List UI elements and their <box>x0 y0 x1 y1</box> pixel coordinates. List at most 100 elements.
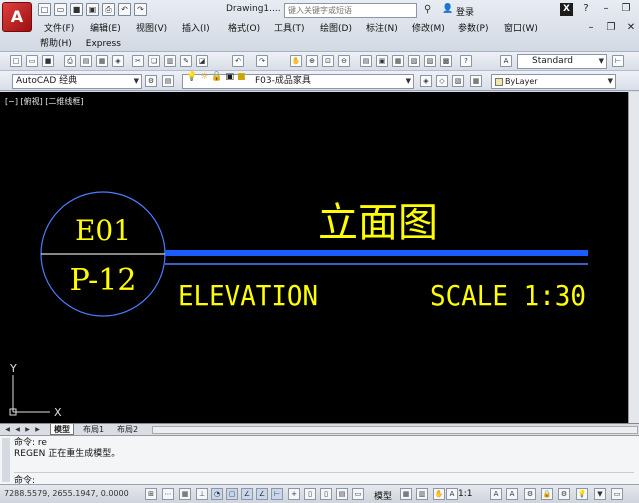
menu-insert[interactable]: 插入(I) <box>178 22 224 36</box>
text-style-icon[interactable]: A <box>500 55 512 67</box>
menu-parametric[interactable]: 参数(P) <box>454 22 500 36</box>
tab-layout1[interactable]: 布局1 <box>80 424 107 435</box>
save-icon[interactable]: ■ <box>70 3 83 16</box>
search-input[interactable]: 键入关键字或短语 <box>284 3 417 18</box>
application-menu-button[interactable]: A <box>2 2 32 32</box>
paste-icon[interactable]: ▥ <box>164 55 176 67</box>
menu-tools[interactable]: 工具(T) <box>270 22 316 36</box>
vertical-scrollbar[interactable] <box>628 92 639 423</box>
sun-icon[interactable]: ☼ <box>200 72 208 82</box>
menu-window[interactable]: 窗口(W) <box>500 22 546 36</box>
properties-icon[interactable]: ▤ <box>360 55 372 67</box>
copy-icon[interactable]: ❏ <box>148 55 160 67</box>
doc-close-icon[interactable]: ✕ <box>624 22 638 35</box>
tab-model[interactable]: 模型 <box>50 424 74 435</box>
auto-scale-icon[interactable]: A <box>506 488 518 500</box>
help-icon[interactable]: ? <box>460 55 472 67</box>
doc-restore-icon[interactable]: ❐ <box>604 22 618 35</box>
lightbulb-icon[interactable]: 💡 <box>186 72 197 82</box>
bubble-top-text[interactable]: E01 <box>75 214 131 247</box>
open-file-icon[interactable]: ▭ <box>54 3 67 16</box>
quick-view-layouts-icon[interactable]: ▦ <box>400 488 412 500</box>
print-icon[interactable]: ⎙ <box>102 3 115 16</box>
tool-palettes-icon[interactable]: ▦ <box>392 55 404 67</box>
3d-publish-icon[interactable]: ◈ <box>112 55 124 67</box>
ortho-icon[interactable]: ⊥ <box>196 488 208 500</box>
new-file-icon[interactable]: □ <box>38 3 51 16</box>
quick-view-drawings-icon[interactable]: ▥ <box>416 488 428 500</box>
annotation-visibility-icon[interactable]: A <box>490 488 502 500</box>
lock-icon[interactable]: 🔓 <box>211 72 222 82</box>
annotation-scale-icon[interactable]: A <box>446 488 458 500</box>
viewport-freeze-icon[interactable]: ▣ <box>226 72 235 82</box>
dimension-style-icon[interactable]: ⊢ <box>612 55 624 67</box>
command-window-grip[interactable] <box>2 438 10 482</box>
binoculars-icon[interactable]: ⚲ <box>424 4 431 15</box>
hardware-acceleration-icon[interactable]: ⚙ <box>558 488 570 500</box>
redo-icon[interactable]: ↷ <box>134 3 147 16</box>
menu-file[interactable]: 文件(F) <box>40 22 86 36</box>
menu-edit[interactable]: 编辑(E) <box>86 22 132 36</box>
menu-express[interactable]: Express <box>86 37 121 51</box>
3d-osnap-icon[interactable]: ∠ <box>241 488 253 500</box>
match-properties-icon[interactable]: ✎ <box>180 55 192 67</box>
preview-icon[interactable]: ▤ <box>80 55 92 67</box>
transparency-icon[interactable]: ▯ <box>320 488 332 500</box>
sheet-set-icon[interactable]: ▧ <box>408 55 420 67</box>
annotation-scale-value[interactable]: 1:1 <box>458 489 472 499</box>
color-control-icon[interactable]: ▦ <box>470 75 482 87</box>
prev-tab-icon[interactable]: ◀ <box>13 425 22 434</box>
text-style-select[interactable]: Standard ▼ <box>517 54 607 69</box>
next-tab-icon[interactable]: ▶ <box>23 425 32 434</box>
user-icon[interactable]: 👤 <box>442 4 453 14</box>
menu-draw[interactable]: 绘图(D) <box>316 22 362 36</box>
menu-modify[interactable]: 修改(M) <box>408 22 454 36</box>
save-as-icon[interactable]: ▣ <box>86 3 99 16</box>
undo-icon[interactable]: ↶ <box>118 3 131 16</box>
save-icon[interactable]: ■ <box>42 55 54 67</box>
status-menu-icon[interactable]: ▼ <box>594 488 606 500</box>
new-icon[interactable]: □ <box>10 55 22 67</box>
undo-icon[interactable]: ↶ <box>232 55 244 67</box>
color-select[interactable]: ByLayer ▼ <box>491 74 616 89</box>
redo-icon[interactable]: ↷ <box>256 55 268 67</box>
help-icon[interactable]: ? <box>579 3 593 16</box>
quickcalc-icon[interactable]: ▩ <box>440 55 452 67</box>
login-link[interactable]: 登录 <box>456 5 474 18</box>
grid-icon[interactable]: ▦ <box>179 488 191 500</box>
zoom-previous-icon[interactable]: ⊖ <box>338 55 350 67</box>
clean-screen-icon[interactable]: ▭ <box>611 488 623 500</box>
quick-properties-icon[interactable]: ▤ <box>336 488 348 500</box>
polar-icon[interactable]: ◔ <box>211 488 223 500</box>
tab-layout2[interactable]: 布局2 <box>114 424 141 435</box>
bubble-bottom-text[interactable]: P-12 <box>70 263 137 298</box>
otrack-icon[interactable]: ∠ <box>256 488 268 500</box>
last-tab-icon[interactable]: ▶ <box>33 425 42 434</box>
scale-text[interactable]: SCALE 1:30 <box>430 279 586 312</box>
workspace-select[interactable]: AutoCAD 经典 ▼ <box>12 74 142 89</box>
zoom-realtime-icon[interactable]: ⊕ <box>306 55 318 67</box>
toolbar-lock-icon[interactable]: 🔒 <box>541 488 553 500</box>
layer-manager-icon[interactable]: ▤ <box>162 75 174 87</box>
layer-states-icon[interactable]: ▧ <box>452 75 464 87</box>
first-tab-icon[interactable]: ◀ <box>3 425 12 434</box>
block-editor-icon[interactable]: ◪ <box>196 55 208 67</box>
workspace-settings-icon[interactable]: ⚙ <box>145 75 157 87</box>
exchange-icon[interactable]: X <box>560 3 573 16</box>
isolate-objects-icon[interactable]: 💡 <box>576 488 588 500</box>
selection-cycling-icon[interactable]: ▭ <box>352 488 364 500</box>
drawing-canvas[interactable]: [−] [俯视] [二维线框] E01 P-12 立面图 ELEVATION S… <box>0 92 628 423</box>
publish-icon[interactable]: ▦ <box>96 55 108 67</box>
doc-minimize-icon[interactable]: – <box>584 22 598 35</box>
design-center-icon[interactable]: ▣ <box>376 55 388 67</box>
cut-icon[interactable]: ✂ <box>132 55 144 67</box>
menu-view[interactable]: 视图(V) <box>132 22 178 36</box>
minimize-icon[interactable]: – <box>599 3 613 16</box>
layer-previous-icon[interactable]: ◇ <box>436 75 448 87</box>
menu-dimension[interactable]: 标注(N) <box>362 22 408 36</box>
pan-icon[interactable]: ✋ <box>433 488 445 500</box>
make-current-layer-icon[interactable]: ◈ <box>420 75 432 87</box>
restore-icon[interactable]: ❐ <box>619 3 633 16</box>
layer-color-icon[interactable]: ■ <box>237 72 246 82</box>
markup-icon[interactable]: ▨ <box>424 55 436 67</box>
